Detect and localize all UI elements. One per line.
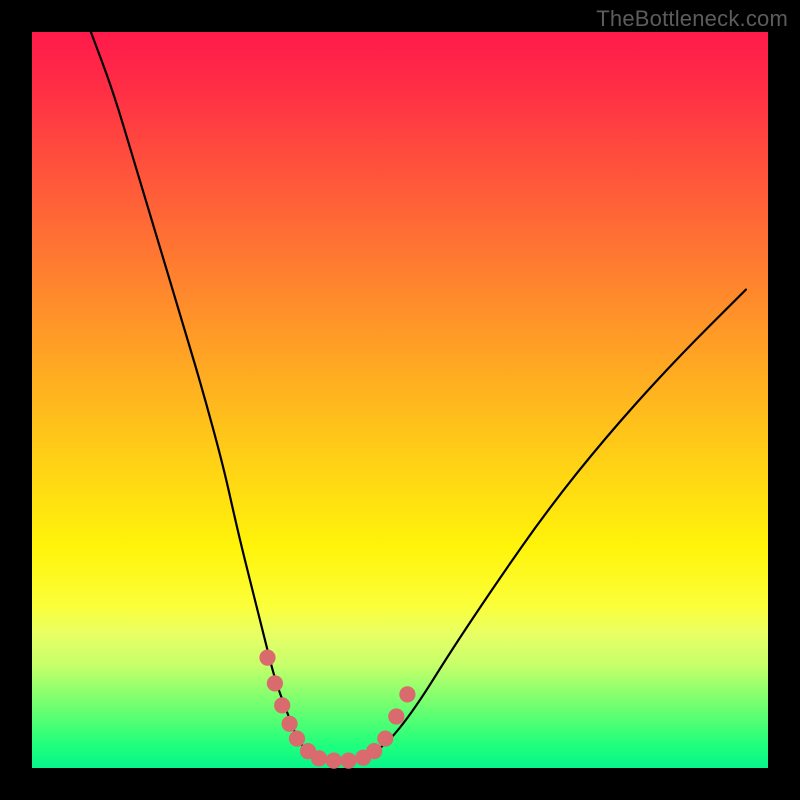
highlighted-point [340, 753, 356, 769]
plot-area [32, 32, 768, 768]
curve-svg [32, 32, 768, 768]
watermark-text: TheBottleneck.com [596, 6, 788, 32]
highlighted-point [326, 753, 342, 769]
highlighted-point [289, 731, 305, 747]
chart-frame: TheBottleneck.com [0, 0, 800, 800]
highlighted-point [377, 731, 393, 747]
highlighted-point [259, 650, 275, 666]
highlighted-point [366, 743, 382, 759]
highlighted-point [311, 750, 327, 766]
highlighted-points-group [259, 650, 415, 769]
bottleneck-curve [91, 32, 746, 761]
highlighted-point [388, 708, 404, 724]
highlighted-point [267, 675, 283, 691]
highlighted-point [282, 716, 298, 732]
highlighted-point [399, 686, 415, 702]
highlighted-point [274, 697, 290, 713]
